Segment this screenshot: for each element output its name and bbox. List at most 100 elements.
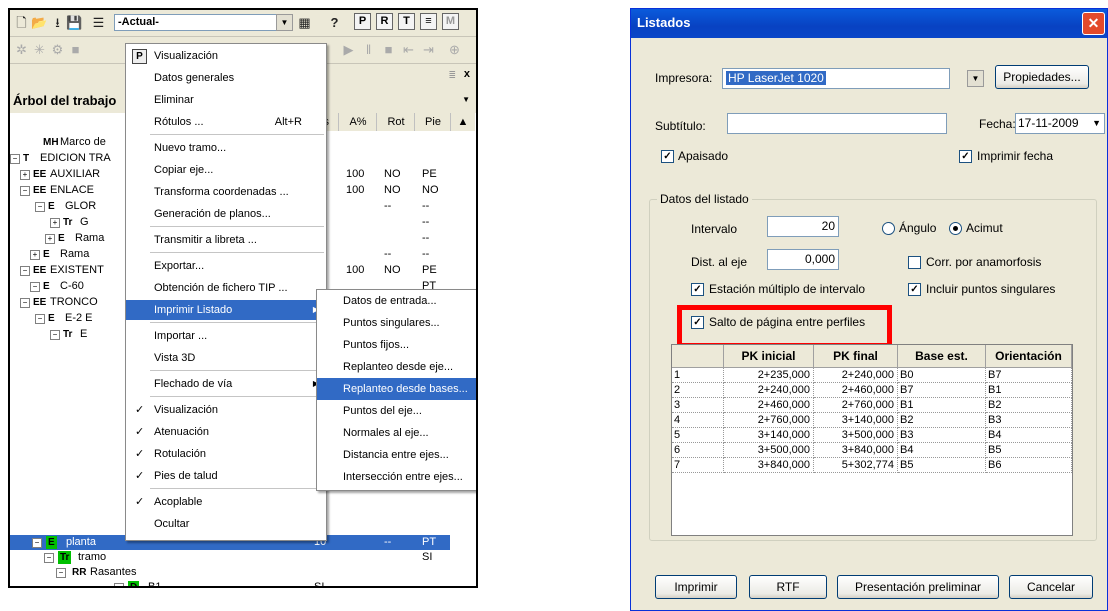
menu-item[interactable]: Generación de planos... bbox=[126, 204, 326, 224]
grid-cell[interactable]: 1 bbox=[672, 368, 724, 383]
menu-item[interactable]: Ocultar bbox=[126, 514, 326, 534]
menu-item[interactable]: Imprimir Listado▶ bbox=[126, 300, 326, 320]
imprimir-fecha-checkbox[interactable]: ✓ bbox=[959, 150, 972, 163]
play-icon[interactable]: ▶ bbox=[340, 41, 357, 58]
menu-item[interactable]: Nuevo tramo... bbox=[126, 138, 326, 158]
grid-cell[interactable]: 2+460,000 bbox=[814, 383, 898, 398]
grid-cell[interactable]: B2 bbox=[898, 413, 986, 428]
tree-combo-arrow-icon[interactable]: ▼ bbox=[462, 95, 470, 104]
dock-icon[interactable]: ≣ bbox=[448, 70, 456, 81]
apaisado-checkbox[interactable]: ✓ bbox=[661, 150, 674, 163]
forward-icon[interactable]: ⇥ bbox=[420, 41, 437, 58]
grid-cell[interactable]: 2+760,000 bbox=[814, 398, 898, 413]
menu-item[interactable]: Obtención de fichero TIP ... bbox=[126, 278, 326, 298]
mt-button-icon[interactable]: M bbox=[442, 13, 459, 30]
r-button-icon[interactable]: R bbox=[376, 13, 393, 30]
menu-item[interactable]: ✓ Visualización bbox=[126, 400, 326, 420]
submenu-item[interactable]: Normales al eje... bbox=[317, 422, 476, 444]
grid-row[interactable]: 3 2+460,000 2+760,000 B1 B2 bbox=[672, 398, 1072, 413]
grid-cell[interactable]: B5 bbox=[898, 458, 986, 473]
intervalo-input[interactable]: 20 bbox=[767, 216, 839, 237]
fecha-select[interactable]: 17-11-2009 ▼ bbox=[1015, 113, 1105, 134]
grid-row[interactable]: 6 3+500,000 3+840,000 B4 B5 bbox=[672, 443, 1072, 458]
grid-cell[interactable]: 6 bbox=[672, 443, 724, 458]
menu-item[interactable]: Transforma coordenadas ... bbox=[126, 182, 326, 202]
menu-item[interactable]: Exportar... bbox=[126, 256, 326, 276]
preview-button[interactable]: Presentación preliminar bbox=[837, 575, 999, 599]
menu-item[interactable]: Copiar eje... bbox=[126, 160, 326, 180]
properties-icon[interactable]: ▦ bbox=[296, 14, 313, 31]
grid-cell[interactable]: 5+302,774 bbox=[814, 458, 898, 473]
submenu-item[interactable]: Puntos singulares... bbox=[317, 312, 476, 334]
grid-cell[interactable]: 2 bbox=[672, 383, 724, 398]
close-icon[interactable]: ✕ bbox=[1082, 12, 1105, 35]
list-button-icon[interactable]: ≡ bbox=[420, 13, 437, 30]
grid-cell[interactable]: B3 bbox=[898, 428, 986, 443]
fecha-arrow-icon[interactable]: ▼ bbox=[1092, 114, 1101, 133]
menu-item[interactable]: Vista 3D bbox=[126, 348, 326, 368]
grid-cell[interactable]: 3+500,000 bbox=[724, 443, 814, 458]
bases-grid[interactable]: PK inicial PK final Base est. Orientación 1 2… bbox=[671, 344, 1073, 536]
submenu-item[interactable]: Datos de entrada... bbox=[317, 290, 476, 312]
menu-item[interactable]: ✓ Atenuación bbox=[126, 422, 326, 442]
expand-icon[interactable]: − bbox=[20, 186, 30, 196]
tool-c-icon[interactable]: ⚙ bbox=[49, 41, 66, 58]
menu-item[interactable]: ✓ Acoplable bbox=[126, 492, 326, 512]
grid-row[interactable]: 2 2+240,000 2+460,000 B7 B1 bbox=[672, 383, 1072, 398]
close-panel-icon[interactable]: x bbox=[464, 68, 470, 80]
impresora-select[interactable]: HP LaserJet 1020 bbox=[722, 68, 950, 89]
impresora-arrow-icon[interactable]: ▼ bbox=[967, 70, 984, 87]
grid-cell[interactable]: 3+840,000 bbox=[724, 458, 814, 473]
grid-cell[interactable]: B7 bbox=[898, 383, 986, 398]
stop-icon[interactable]: ■ bbox=[380, 41, 397, 58]
col-header-pie[interactable]: Pie bbox=[414, 113, 451, 131]
expand-icon[interactable]: + bbox=[20, 170, 30, 180]
target-icon[interactable]: ⊕ bbox=[446, 41, 463, 58]
grid-cell[interactable]: 2+760,000 bbox=[724, 413, 814, 428]
grid-cell[interactable]: 4 bbox=[672, 413, 724, 428]
menu-item[interactable]: ✓ Pies de talud bbox=[126, 466, 326, 486]
acimut-radio[interactable] bbox=[949, 222, 962, 235]
incluir-singulares-checkbox[interactable]: ✓ bbox=[908, 283, 921, 296]
expand-icon[interactable]: − bbox=[35, 202, 45, 212]
scroll-up-icon[interactable]: ▲ bbox=[450, 113, 475, 131]
grid-cell[interactable]: 3 bbox=[672, 398, 724, 413]
menu-item[interactable]: Eliminar bbox=[126, 90, 326, 110]
grid-cell[interactable]: 2+460,000 bbox=[724, 398, 814, 413]
view-combo[interactable]: -Actual- bbox=[114, 14, 279, 31]
grid-cell[interactable]: 2+240,000 bbox=[814, 368, 898, 383]
tool-a-icon[interactable]: ✲ bbox=[13, 41, 30, 58]
grid-cell[interactable]: B6 bbox=[986, 458, 1072, 473]
submenu-item[interactable]: Intersección entre ejes... bbox=[317, 466, 476, 488]
grid-cell[interactable]: B3 bbox=[986, 413, 1072, 428]
angulo-radio[interactable] bbox=[882, 222, 895, 235]
grid-cell[interactable]: 2+240,000 bbox=[724, 383, 814, 398]
tool-d-icon[interactable]: ■ bbox=[67, 41, 84, 58]
grid-cell[interactable]: B4 bbox=[986, 428, 1072, 443]
save-icon[interactable]: 💾 bbox=[66, 14, 83, 31]
expand-icon[interactable]: − bbox=[114, 583, 124, 586]
grid-cell[interactable]: B7 bbox=[986, 368, 1072, 383]
tree-row[interactable]: − D B1 SI bbox=[10, 580, 476, 586]
expand-icon[interactable]: − bbox=[30, 282, 40, 292]
grid-cell[interactable]: 7 bbox=[672, 458, 724, 473]
grid-cell[interactable]: 3+140,000 bbox=[814, 413, 898, 428]
menu-item[interactable]: Rótulos ... Alt+R bbox=[126, 112, 326, 132]
submenu-item[interactable]: Puntos del eje... bbox=[317, 400, 476, 422]
estacion-checkbox[interactable]: ✓ bbox=[691, 283, 704, 296]
menu-item[interactable]: Datos generales bbox=[126, 68, 326, 88]
expand-icon[interactable]: + bbox=[50, 218, 60, 228]
grid-cell[interactable]: 2+235,000 bbox=[724, 368, 814, 383]
expand-icon[interactable]: − bbox=[44, 553, 54, 563]
grid-column-header[interactable]: PK inicial bbox=[724, 345, 814, 368]
expand-icon[interactable]: − bbox=[56, 568, 66, 578]
grid-column-header[interactable]: Base est. bbox=[898, 345, 986, 368]
grid-cell[interactable]: 3+140,000 bbox=[724, 428, 814, 443]
submenu-item[interactable]: Distancia entre ejes... bbox=[317, 444, 476, 466]
tree-row[interactable]: − Tr tramo SI bbox=[10, 550, 476, 565]
grid-cell[interactable]: 3+500,000 bbox=[814, 428, 898, 443]
menu-item[interactable]: Transmitir a libreta ... bbox=[126, 230, 326, 250]
submenu-item[interactable]: Replanteo desde bases... bbox=[317, 378, 476, 400]
cancelar-button[interactable]: Cancelar bbox=[1009, 575, 1093, 599]
col-header-rot[interactable]: Rot bbox=[376, 113, 415, 131]
